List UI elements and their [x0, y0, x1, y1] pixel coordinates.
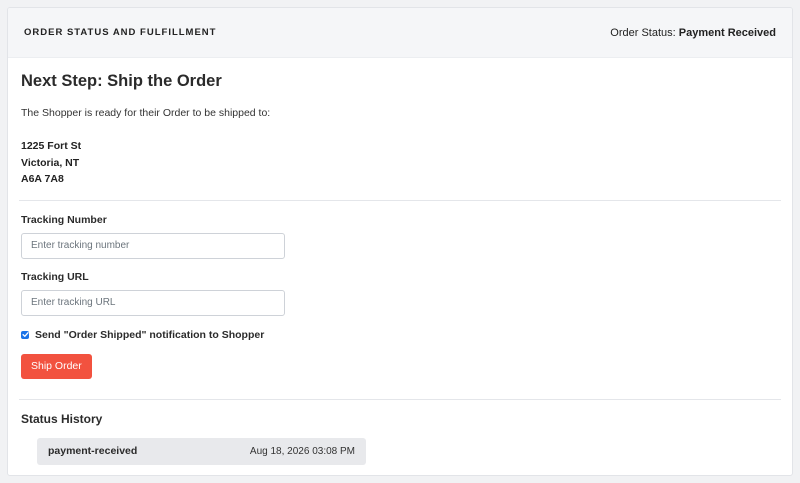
order-status: Order Status: Payment Received [610, 27, 776, 39]
address-line-1: 1225 Fort St [21, 140, 82, 152]
notify-shopper-checkbox[interactable] [21, 330, 29, 339]
status-history-row: payment-received Aug 18, 2026 03:08 PM [37, 437, 366, 465]
section-divider [19, 199, 781, 201]
ship-order-button[interactable]: Ship Order [21, 353, 92, 379]
tracking-url-label: Tracking URL [21, 270, 89, 283]
tracking-number-label: Tracking Number [21, 213, 107, 226]
next-step-title: Next Step: Ship the Order [21, 72, 222, 90]
status-history-list: payment-received Aug 18, 2026 03:08 PM [21, 437, 779, 465]
checkmark-icon [21, 332, 29, 337]
tracking-number-input[interactable] [21, 232, 285, 259]
address-line-2: Victoria, NT [21, 156, 80, 169]
notify-shopper-row[interactable]: Send "Order Shipped" notification to Sho… [21, 329, 779, 341]
order-status-card: ORDER STATUS AND FULFILLMENT Order Statu… [7, 7, 793, 476]
history-timestamp: Aug 18, 2026 03:08 PM [249, 445, 355, 457]
order-status-label: Order Status: [610, 26, 676, 39]
status-history-title: Status History [21, 411, 103, 426]
header-title: ORDER STATUS AND FULFILLMENT [24, 27, 217, 38]
section-divider [19, 398, 781, 400]
shipping-address: 1225 Fort St Victoria, NT A6A 7A8 [21, 138, 779, 188]
tracking-url-input[interactable] [21, 289, 285, 316]
address-line-3: A6A 7A8 [21, 173, 64, 185]
order-status-value: Payment Received [678, 26, 776, 39]
notify-shopper-label[interactable]: Send "Order Shipped" notification to Sho… [35, 329, 264, 341]
history-status: payment-received [48, 445, 138, 457]
shipping-intro-text: The Shopper is ready for their Order to … [21, 107, 271, 119]
card-body: Next Step: Ship the Order The Shopper is… [8, 58, 792, 465]
card-header: ORDER STATUS AND FULFILLMENT Order Statu… [8, 8, 792, 58]
